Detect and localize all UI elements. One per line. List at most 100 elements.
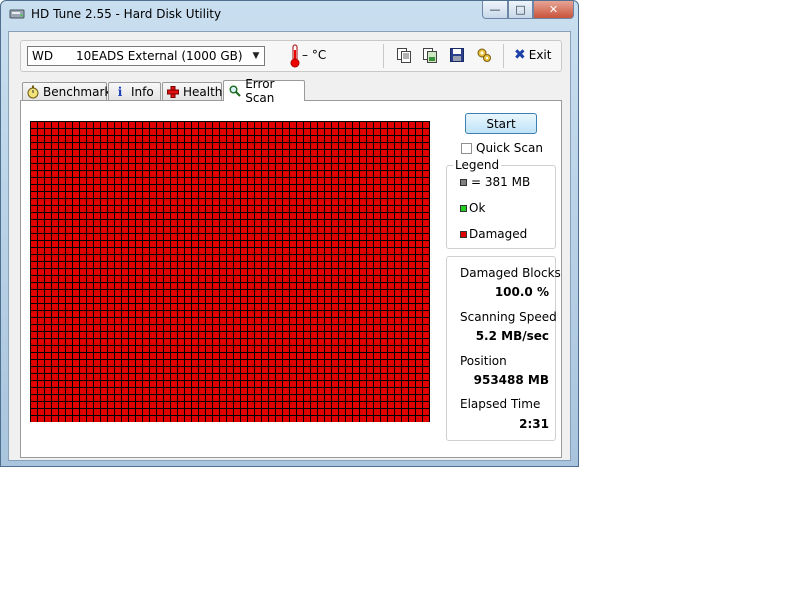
scan-block [178, 143, 184, 149]
scan-block [402, 227, 408, 233]
scan-block [122, 304, 128, 310]
scan-block [143, 185, 149, 191]
scan-block [416, 171, 422, 177]
scan-block [269, 143, 275, 149]
scan-block [87, 227, 93, 233]
scan-block [234, 332, 240, 338]
scan-block [241, 409, 247, 415]
scan-block [304, 227, 310, 233]
scan-block [262, 276, 268, 282]
drive-select[interactable]: WD 10EADS External (1000 GB) ▼ [27, 46, 265, 66]
scan-block [80, 241, 86, 247]
quick-scan-option[interactable]: Quick Scan [461, 141, 543, 155]
scan-block [402, 206, 408, 212]
copy-screenshot-button[interactable] [421, 46, 439, 64]
scan-block [220, 367, 226, 373]
scan-block [255, 318, 261, 324]
scan-block [395, 276, 401, 282]
scan-block [311, 311, 317, 317]
scan-block [157, 129, 163, 135]
scan-block [164, 227, 170, 233]
minimize-button[interactable]: — [482, 1, 508, 19]
block-size-swatch [460, 178, 467, 186]
scan-block [346, 269, 352, 275]
scan-block [241, 171, 247, 177]
scan-block [129, 409, 135, 415]
scan-block [199, 297, 205, 303]
scan-block [122, 388, 128, 394]
exit-button[interactable]: ✖ Exit [514, 46, 551, 64]
scan-block [276, 283, 282, 289]
maximize-button[interactable]: □ [508, 1, 533, 19]
scan-block [269, 227, 275, 233]
tab-health[interactable]: Health [162, 82, 222, 100]
tab-label: Benchmark [43, 84, 112, 99]
scan-block [374, 374, 380, 380]
scan-block [87, 150, 93, 156]
scan-block [409, 262, 415, 268]
tab-error-scan[interactable]: Error Scan [223, 77, 305, 105]
chevron-down-icon[interactable]: ▼ [248, 51, 264, 61]
copy-text-button[interactable] [395, 46, 413, 64]
scan-block [227, 339, 233, 345]
scan-block [150, 325, 156, 331]
scan-block [185, 318, 191, 324]
error-scan-panel: Start Quick Scan Legend = 381 MB Ok Dama… [20, 100, 562, 458]
scan-block [325, 255, 331, 261]
scan-block [66, 297, 72, 303]
quick-scan-checkbox[interactable] [461, 142, 472, 154]
scan-block [108, 381, 114, 387]
scan-block [283, 129, 289, 135]
scan-block [388, 227, 394, 233]
scan-block [199, 234, 205, 240]
scan-block [150, 171, 156, 177]
scan-block [367, 304, 373, 310]
scan-block [276, 248, 282, 254]
scan-block [423, 374, 429, 380]
tab-benchmark[interactable]: Benchmark [22, 82, 111, 100]
scan-block [227, 234, 233, 240]
scan-block [52, 332, 58, 338]
scan-block [171, 143, 177, 149]
scan-block [45, 311, 51, 317]
scan-block [353, 171, 359, 177]
save-button[interactable] [448, 46, 466, 64]
scan-block [346, 416, 352, 422]
scan-block [374, 199, 380, 205]
options-button[interactable] [475, 46, 493, 64]
scan-block [206, 206, 212, 212]
scan-block [353, 381, 359, 387]
scan-block [73, 262, 79, 268]
scan-block [73, 381, 79, 387]
scan-block [73, 339, 79, 345]
scan-block [255, 367, 261, 373]
scan-block [164, 192, 170, 198]
scan-block [241, 318, 247, 324]
scan-block [192, 311, 198, 317]
scan-block [241, 325, 247, 331]
scan-block [59, 220, 65, 226]
scan-block [87, 318, 93, 324]
tab-info[interactable]: i Info [108, 82, 161, 100]
scan-block [269, 129, 275, 135]
scan-block [304, 143, 310, 149]
scan-block [171, 255, 177, 261]
scan-block [283, 234, 289, 240]
scan-block [59, 416, 65, 422]
scan-block [297, 234, 303, 240]
scan-block [241, 381, 247, 387]
scan-block [388, 213, 394, 219]
scan-block [227, 241, 233, 247]
start-button[interactable]: Start [465, 113, 537, 134]
scan-block [171, 157, 177, 163]
scan-block [388, 255, 394, 261]
scan-block [171, 409, 177, 415]
close-button[interactable]: ✕ [533, 1, 574, 19]
scan-block [409, 283, 415, 289]
scan-block [332, 402, 338, 408]
scan-block [234, 304, 240, 310]
scan-block [192, 339, 198, 345]
scan-block [339, 129, 345, 135]
scan-block [213, 171, 219, 177]
title-bar[interactable]: HD Tune 2.55 - Hard Disk Utility — □ ✕ [1, 1, 578, 27]
